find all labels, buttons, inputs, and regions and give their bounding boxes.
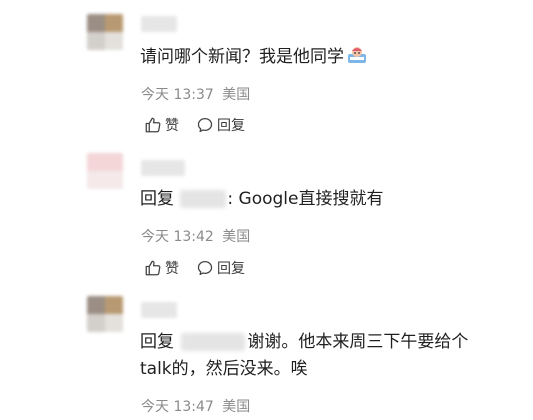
reply-button[interactable]: 回复 [196,115,245,135]
comment-actions: 赞 回复 [144,115,262,135]
emoji-icon [347,46,367,64]
avatar[interactable] [87,14,123,50]
comment-text-line-1: 谢谢。他本来周三下午要给个 [247,332,469,352]
comment-meta: 今天 13:42 美国 [141,226,254,246]
comment-content: 回复 谢谢。他本来周三下午要给个 talk的，然后没来。唉 [140,329,510,383]
comment-meta: 今天 13:37 美国 [141,84,254,104]
thumbs-up-icon [145,117,161,133]
comment-line-1: 回复 谢谢。他本来周三下午要给个 [140,329,510,356]
mention-redacted[interactable] [181,333,246,351]
username-redacted[interactable] [141,160,185,176]
comment-time: 今天 13:37 [141,87,214,103]
comment-bubble-icon [197,117,213,133]
mention-redacted[interactable] [180,190,227,208]
like-button[interactable]: 赞 [144,258,179,278]
comment-time: 今天 13:42 [141,229,214,245]
comment-location: 美国 [222,229,251,245]
comment-location: 美国 [222,87,251,103]
reply-prefix: 回复 [140,332,174,352]
comment-text: 请问哪个新闻？我是他同学 [140,47,344,67]
reply-prefix: 回复 [140,189,174,209]
comment-text: : Google直接搜就有 [227,189,384,209]
comment-line-2: talk的，然后没来。唉 [140,356,510,383]
comment-actions: 赞 回复 [144,258,262,278]
avatar[interactable] [87,296,123,332]
comment-location: 美国 [222,399,251,415]
like-label: 赞 [165,118,179,134]
like-label: 赞 [165,261,179,277]
thumbs-up-icon [145,260,161,276]
reply-button[interactable]: 回复 [196,258,245,278]
avatar[interactable] [87,153,123,189]
comment-meta: 今天 13:47 美国 [141,396,254,416]
comment-time: 今天 13:47 [141,399,214,415]
username-redacted[interactable] [141,16,177,32]
comment-text-line-2: talk的，然后没来。唉 [140,359,308,379]
reply-label: 回复 [217,118,245,134]
comment-bubble-icon [197,260,213,276]
comment-content: 回复 : Google直接搜就有 [140,186,510,213]
comment-content: 请问哪个新闻？我是他同学 [140,44,510,71]
username-redacted[interactable] [141,302,177,318]
reply-label: 回复 [217,261,245,277]
like-button[interactable]: 赞 [144,115,179,135]
